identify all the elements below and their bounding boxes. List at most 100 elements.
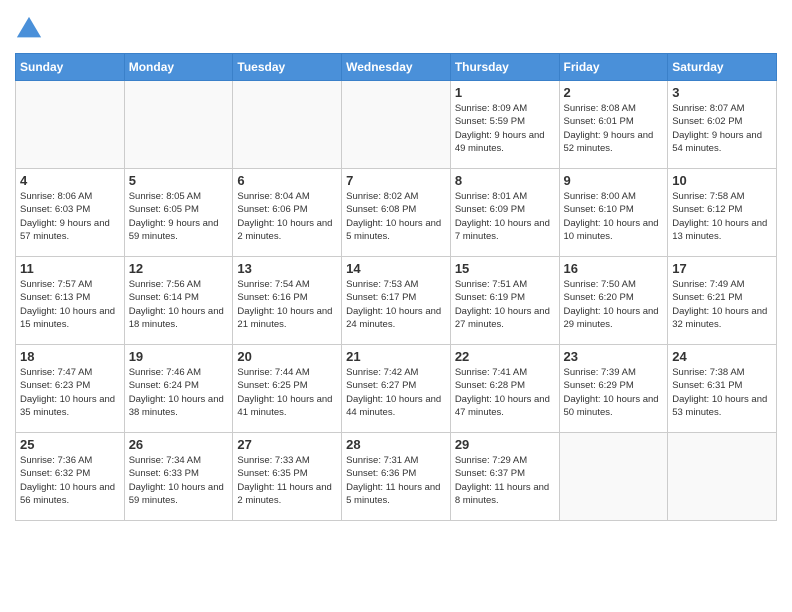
day-number: 15 [455,261,555,276]
day-info: Sunrise: 7:57 AM Sunset: 6:13 PM Dayligh… [20,278,120,331]
day-number: 22 [455,349,555,364]
calendar-cell [559,433,668,521]
calendar-cell: 2 Sunrise: 8:08 AM Sunset: 6:01 PM Daylig… [559,81,668,169]
calendar-cell: 13 Sunrise: 7:54 AM Sunset: 6:16 PM Dayli… [233,257,342,345]
calendar-cell: 11Sunrise: 7:57 AM Sunset: 6:13 PM Dayli… [16,257,125,345]
calendar-cell: 22 Sunrise: 7:41 AM Sunset: 6:28 PM Dayli… [450,345,559,433]
day-of-week-header: Tuesday [233,54,342,81]
day-number: 3 [672,85,772,100]
day-of-week-header: Friday [559,54,668,81]
calendar-cell: 3Sunrise: 8:07 AM Sunset: 6:02 PM Daylig… [668,81,777,169]
day-info: Sunrise: 7:33 AM Sunset: 6:35 PM Dayligh… [237,454,337,507]
logo-icon [15,15,43,43]
day-number: 14 [346,261,446,276]
day-number: 5 [129,173,229,188]
day-info: Sunrise: 8:08 AM Sunset: 6:01 PM Dayligh… [564,102,664,155]
day-info: Sunrise: 7:50 AM Sunset: 6:20 PM Dayligh… [564,278,664,331]
day-info: Sunrise: 7:39 AM Sunset: 6:29 PM Dayligh… [564,366,664,419]
day-number: 2 [564,85,664,100]
day-number: 23 [564,349,664,364]
calendar-cell [124,81,233,169]
calendar-cell: 4 Sunrise: 8:06 AM Sunset: 6:03 PM Daylig… [16,169,125,257]
calendar-cell: 10 Sunrise: 7:58 AM Sunset: 6:12 PM Dayli… [668,169,777,257]
day-of-week-header: Wednesday [342,54,451,81]
day-info: Sunrise: 7:58 AM Sunset: 6:12 PM Dayligh… [672,190,772,243]
calendar-cell: 29 Sunrise: 7:29 AM Sunset: 6:37 PM Dayli… [450,433,559,521]
day-info: Sunrise: 7:56 AM Sunset: 6:14 PM Dayligh… [129,278,229,331]
day-info: Sunrise: 7:29 AM Sunset: 6:37 PM Dayligh… [455,454,555,507]
day-info: Sunrise: 7:31 AM Sunset: 6:36 PM Dayligh… [346,454,446,507]
day-number: 20 [237,349,337,364]
calendar-cell [233,81,342,169]
day-number: 7 [346,173,446,188]
day-info: Sunrise: 7:42 AM Sunset: 6:27 PM Dayligh… [346,366,446,419]
calendar-cell: 25 Sunrise: 7:36 AM Sunset: 6:32 PM Dayli… [16,433,125,521]
calendar-header-row: SundayMondayTuesdayWednesdayThursdayFrid… [16,54,777,81]
calendar-cell: 27 Sunrise: 7:33 AM Sunset: 6:35 PM Dayli… [233,433,342,521]
calendar-week-row: 25 Sunrise: 7:36 AM Sunset: 6:32 PM Dayli… [16,433,777,521]
day-number: 13 [237,261,337,276]
day-number: 19 [129,349,229,364]
day-info: Sunrise: 7:46 AM Sunset: 6:24 PM Dayligh… [129,366,229,419]
logo [15,15,47,43]
calendar-cell: 26 Sunrise: 7:34 AM Sunset: 6:33 PM Dayli… [124,433,233,521]
day-number: 24 [672,349,772,364]
calendar-cell: 12 Sunrise: 7:56 AM Sunset: 6:14 PM Dayli… [124,257,233,345]
calendar-cell: 24 Sunrise: 7:38 AM Sunset: 6:31 PM Dayli… [668,345,777,433]
day-info: Sunrise: 7:38 AM Sunset: 6:31 PM Dayligh… [672,366,772,419]
calendar-cell: 17Sunrise: 7:49 AM Sunset: 6:21 PM Dayli… [668,257,777,345]
calendar-cell: 23 Sunrise: 7:39 AM Sunset: 6:29 PM Dayli… [559,345,668,433]
day-number: 27 [237,437,337,452]
day-number: 26 [129,437,229,452]
calendar-cell: 20Sunrise: 7:44 AM Sunset: 6:25 PM Dayli… [233,345,342,433]
day-number: 12 [129,261,229,276]
calendar-cell: 15 Sunrise: 7:51 AM Sunset: 6:19 PM Dayli… [450,257,559,345]
day-number: 8 [455,173,555,188]
day-of-week-header: Saturday [668,54,777,81]
day-info: Sunrise: 7:41 AM Sunset: 6:28 PM Dayligh… [455,366,555,419]
calendar-cell: 14 Sunrise: 7:53 AM Sunset: 6:17 PM Dayli… [342,257,451,345]
day-of-week-header: Sunday [16,54,125,81]
day-number: 4 [20,173,120,188]
day-info: Sunrise: 8:02 AM Sunset: 6:08 PM Dayligh… [346,190,446,243]
day-number: 6 [237,173,337,188]
day-info: Sunrise: 7:51 AM Sunset: 6:19 PM Dayligh… [455,278,555,331]
calendar-cell: 6 Sunrise: 8:04 AM Sunset: 6:06 PM Daylig… [233,169,342,257]
calendar-cell [342,81,451,169]
calendar-cell: 21Sunrise: 7:42 AM Sunset: 6:27 PM Dayli… [342,345,451,433]
calendar-week-row: 4 Sunrise: 8:06 AM Sunset: 6:03 PM Daylig… [16,169,777,257]
day-info: Sunrise: 7:47 AM Sunset: 6:23 PM Dayligh… [20,366,120,419]
calendar-week-row: 1 Sunrise: 8:09 AM Sunset: 5:59 PM Daylig… [16,81,777,169]
calendar-week-row: 18 Sunrise: 7:47 AM Sunset: 6:23 PM Dayli… [16,345,777,433]
day-number: 18 [20,349,120,364]
day-of-week-header: Monday [124,54,233,81]
day-info: Sunrise: 7:53 AM Sunset: 6:17 PM Dayligh… [346,278,446,331]
day-number: 28 [346,437,446,452]
page-header [15,15,777,43]
day-info: Sunrise: 7:49 AM Sunset: 6:21 PM Dayligh… [672,278,772,331]
calendar-cell: 9Sunrise: 8:00 AM Sunset: 6:10 PM Daylig… [559,169,668,257]
day-info: Sunrise: 8:01 AM Sunset: 6:09 PM Dayligh… [455,190,555,243]
calendar-cell: 7 Sunrise: 8:02 AM Sunset: 6:08 PM Daylig… [342,169,451,257]
day-info: Sunrise: 7:36 AM Sunset: 6:32 PM Dayligh… [20,454,120,507]
calendar-cell: 28 Sunrise: 7:31 AM Sunset: 6:36 PM Dayli… [342,433,451,521]
day-of-week-header: Thursday [450,54,559,81]
day-info: Sunrise: 8:04 AM Sunset: 6:06 PM Dayligh… [237,190,337,243]
day-number: 10 [672,173,772,188]
day-info: Sunrise: 8:09 AM Sunset: 5:59 PM Dayligh… [455,102,555,155]
day-info: Sunrise: 8:00 AM Sunset: 6:10 PM Dayligh… [564,190,664,243]
day-number: 25 [20,437,120,452]
day-number: 16 [564,261,664,276]
day-info: Sunrise: 7:54 AM Sunset: 6:16 PM Dayligh… [237,278,337,331]
day-info: Sunrise: 7:34 AM Sunset: 6:33 PM Dayligh… [129,454,229,507]
calendar-cell: 16 Sunrise: 7:50 AM Sunset: 6:20 PM Dayli… [559,257,668,345]
day-info: Sunrise: 8:06 AM Sunset: 6:03 PM Dayligh… [20,190,120,243]
calendar-cell: 8 Sunrise: 8:01 AM Sunset: 6:09 PM Daylig… [450,169,559,257]
calendar-cell [16,81,125,169]
day-number: 29 [455,437,555,452]
calendar-week-row: 11Sunrise: 7:57 AM Sunset: 6:13 PM Dayli… [16,257,777,345]
calendar-table: SundayMondayTuesdayWednesdayThursdayFrid… [15,53,777,521]
day-number: 1 [455,85,555,100]
calendar-cell: 18 Sunrise: 7:47 AM Sunset: 6:23 PM Dayli… [16,345,125,433]
calendar-cell [668,433,777,521]
